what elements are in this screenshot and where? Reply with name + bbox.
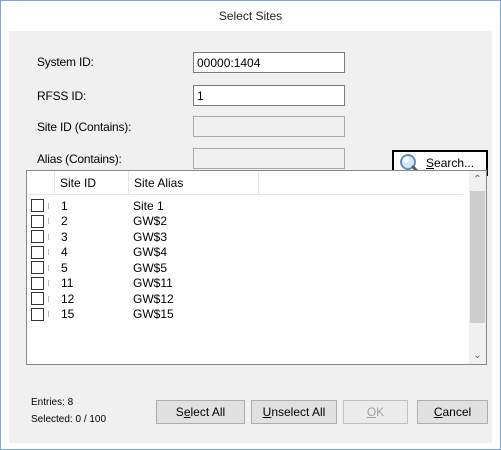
list-vertical-scrollbar[interactable]: ⌃ ⌄ xyxy=(469,171,486,364)
entries-count: Entries: 8 xyxy=(31,397,74,408)
row-indent-tick xyxy=(48,295,49,302)
row-indent-tick xyxy=(48,249,49,256)
row-checkbox[interactable] xyxy=(31,245,44,259)
system-id-label: System ID: xyxy=(37,55,94,69)
table-row[interactable]: 11 GW$11 xyxy=(27,276,463,292)
row-checkbox[interactable] xyxy=(31,307,44,321)
row-checkbox[interactable] xyxy=(31,276,44,290)
table-row[interactable]: 15 GW$15 xyxy=(27,307,463,323)
row-indent-tick xyxy=(48,280,49,287)
row-site-alias: GW$5 xyxy=(133,260,168,275)
table-row[interactable]: 1 Site 1 xyxy=(27,198,463,214)
site-id-input[interactable] xyxy=(193,116,345,137)
row-checkbox[interactable] xyxy=(31,261,44,275)
select-all-button[interactable]: Se lect All xyxy=(156,400,245,424)
system-id-input[interactable] xyxy=(193,52,345,73)
rfss-id-input[interactable] xyxy=(193,85,345,106)
row-site-id: 11 xyxy=(61,276,74,291)
selected-count: Selected: 0 / 100 xyxy=(31,414,107,425)
cancel-button[interactable]: Cancel xyxy=(417,400,488,424)
row-checkbox[interactable] xyxy=(31,230,44,244)
search-label: Search... xyxy=(426,156,475,170)
row-site-alias: GW$15 xyxy=(133,307,174,322)
table-row[interactable]: 4 GW$4 xyxy=(27,245,463,261)
alias-label: Alias (Contains): xyxy=(37,152,122,166)
row-indent-tick xyxy=(48,202,49,209)
row-site-alias: GW$3 xyxy=(133,229,168,244)
header-check-col[interactable] xyxy=(27,171,55,195)
list-rows: 1 Site 1 2 GW$2 3 GW$3 4 GW$4 5 GW$5 11 GW$11 … xyxy=(27,198,463,322)
row-site-alias: GW$2 xyxy=(133,214,168,229)
window-title: Select Sites xyxy=(218,9,283,23)
row-indent-tick xyxy=(48,218,49,225)
row-indent-tick xyxy=(48,264,49,271)
row-site-alias: GW$12 xyxy=(133,291,174,306)
title-bar[interactable]: Select Sites xyxy=(1,1,500,31)
row-site-id: 1 xyxy=(61,198,68,213)
row-indent-tick xyxy=(48,233,49,240)
alias-input[interactable] xyxy=(193,148,345,169)
row-site-id: 3 xyxy=(61,229,68,244)
site-id-label: Site ID (Contains): xyxy=(37,120,132,134)
header-site-alias[interactable]: Site Alias xyxy=(129,171,259,195)
table-row[interactable]: 12 GW$12 xyxy=(27,291,463,307)
sites-listview[interactable]: Site ID Site Alias 1 Site 1 2 GW$2 3 GW$3 4… xyxy=(26,170,487,365)
row-site-alias: GW$11 xyxy=(133,276,173,291)
rfss-id-label: RFSS ID: xyxy=(37,89,87,103)
scroll-down-icon[interactable]: ⌄ xyxy=(469,347,486,364)
unselect-all-button[interactable]: Unselect All xyxy=(251,400,337,424)
row-indent-tick xyxy=(48,311,49,318)
row-checkbox[interactable] xyxy=(31,214,44,228)
table-row[interactable]: 5 GW$5 xyxy=(27,260,463,276)
row-site-alias: Site 1 xyxy=(133,198,164,213)
row-site-id: 4 xyxy=(61,245,68,260)
ok-button[interactable]: OK xyxy=(343,400,408,424)
row-site-id: 2 xyxy=(61,214,68,229)
scroll-thumb[interactable] xyxy=(470,191,485,323)
row-site-id: 5 xyxy=(61,260,68,275)
row-site-id: 12 xyxy=(61,291,75,306)
scroll-up-icon[interactable]: ⌃ xyxy=(469,171,486,188)
header-site-id[interactable]: Site ID xyxy=(55,171,129,195)
row-site-alias: GW$4 xyxy=(133,245,168,260)
row-checkbox[interactable] xyxy=(31,199,44,213)
row-site-id: 15 xyxy=(61,307,75,322)
select-sites-dialog: Select Sites System ID: RFSS ID: Site ID… xyxy=(0,0,501,450)
table-row[interactable]: 3 GW$3 xyxy=(27,229,463,245)
list-header: Site ID Site Alias xyxy=(27,171,463,195)
row-checkbox[interactable] xyxy=(31,292,44,306)
table-row[interactable]: 2 GW$2 xyxy=(27,214,463,230)
